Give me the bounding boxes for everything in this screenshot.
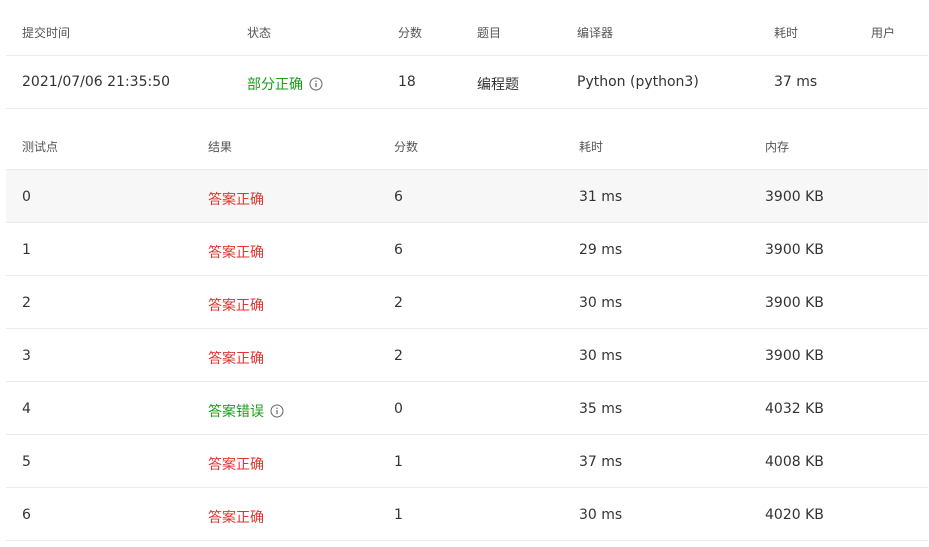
submission-problem[interactable]: 编程题 — [477, 74, 519, 94]
testcase-row: 2 答案正确 2 30 ms 3900 KB — [6, 276, 928, 329]
testcase-header-row: 测试点 结果 分数 耗时 内存 — [6, 118, 928, 170]
testcase-memory: 3900 KB — [765, 242, 824, 258]
testcase-score: 0 — [394, 401, 403, 417]
submission-detail: 提交时间 状态 分数 题目 编译器 耗时 用户 2021/07/06 21:35… — [0, 0, 929, 547]
testcase-elapsed: 29 ms — [579, 242, 623, 258]
testcase-memory: 3900 KB — [765, 295, 824, 311]
header-memory: 内存 — [765, 140, 790, 154]
testcase-score: 2 — [394, 348, 403, 364]
testcase-id: 4 — [22, 401, 31, 417]
testcase-memory: 3900 KB — [765, 348, 824, 364]
testcase-row: 0 答案正确 6 31 ms 3900 KB — [6, 170, 928, 223]
header-status: 状态 — [247, 26, 272, 40]
testcase-result: 答案正确 — [208, 510, 264, 526]
header-submit-time: 提交时间 — [22, 26, 71, 40]
testcase-elapsed: 30 ms — [579, 507, 623, 523]
header-testcase-score: 分数 — [394, 140, 419, 154]
header-testcase: 测试点 — [22, 140, 59, 154]
testcase-result[interactable]: 答案错误 — [208, 401, 284, 421]
testcase-id: 6 — [22, 507, 31, 523]
testcase-result: 答案正确 — [208, 245, 264, 261]
testcase-elapsed: 30 ms — [579, 295, 623, 311]
testcase-result-label: 答案错误 — [208, 404, 264, 420]
testcase-row: 3 答案正确 2 30 ms 3900 KB — [6, 329, 928, 382]
testcase-id: 5 — [22, 454, 31, 470]
submission-row: 2021/07/06 21:35:50 部分正确 18 编程题 Python (… — [6, 56, 928, 109]
testcase-score: 2 — [394, 295, 403, 311]
testcase-score: 6 — [394, 242, 403, 258]
header-elapsed: 耗时 — [774, 26, 799, 40]
testcase-score: 6 — [394, 189, 403, 205]
submission-header-row: 提交时间 状态 分数 题目 编译器 耗时 用户 — [6, 0, 928, 56]
header-result: 结果 — [208, 140, 233, 154]
submission-status[interactable]: 部分正确 — [247, 74, 323, 94]
testcase-row: 5 答案正确 1 37 ms 4008 KB — [6, 435, 928, 488]
testcase-id: 3 — [22, 348, 31, 364]
testcase-elapsed: 30 ms — [579, 348, 623, 364]
testcase-row: 6 答案正确 1 30 ms 4020 KB — [6, 488, 928, 541]
submission-elapsed: 37 ms — [774, 74, 818, 90]
submit-time: 2021/07/06 21:35:50 — [22, 74, 171, 90]
testcase-row: 4 答案错误 0 35 ms 4032 KB — [6, 382, 928, 435]
testcase-result: 答案正确 — [208, 298, 264, 314]
submission-compiler: Python (python3) — [577, 74, 699, 90]
header-compiler: 编译器 — [577, 26, 614, 40]
testcase-score: 1 — [394, 507, 403, 523]
header-problem: 题目 — [477, 26, 502, 40]
testcase-elapsed: 31 ms — [579, 189, 623, 205]
testcase-id: 2 — [22, 295, 31, 311]
info-icon[interactable] — [270, 404, 284, 418]
testcase-result: 答案正确 — [208, 351, 264, 367]
header-testcase-elapsed: 耗时 — [579, 140, 604, 154]
testcase-id: 1 — [22, 242, 31, 258]
header-score: 分数 — [398, 26, 423, 40]
testcase-id: 0 — [22, 189, 31, 205]
testcase-memory: 4032 KB — [765, 401, 824, 417]
testcase-memory: 4020 KB — [765, 507, 824, 523]
info-icon[interactable] — [309, 77, 323, 91]
testcase-elapsed: 37 ms — [579, 454, 623, 470]
submission-score: 18 — [398, 74, 416, 90]
testcase-memory: 3900 KB — [765, 189, 824, 205]
testcase-result: 答案正确 — [208, 192, 264, 208]
testcase-memory: 4008 KB — [765, 454, 824, 470]
testcase-score: 1 — [394, 454, 403, 470]
testcase-result: 答案正确 — [208, 457, 264, 473]
submission-status-label: 部分正确 — [247, 77, 303, 93]
testcase-elapsed: 35 ms — [579, 401, 623, 417]
testcase-row: 1 答案正确 6 29 ms 3900 KB — [6, 223, 928, 276]
header-user: 用户 — [871, 26, 896, 40]
